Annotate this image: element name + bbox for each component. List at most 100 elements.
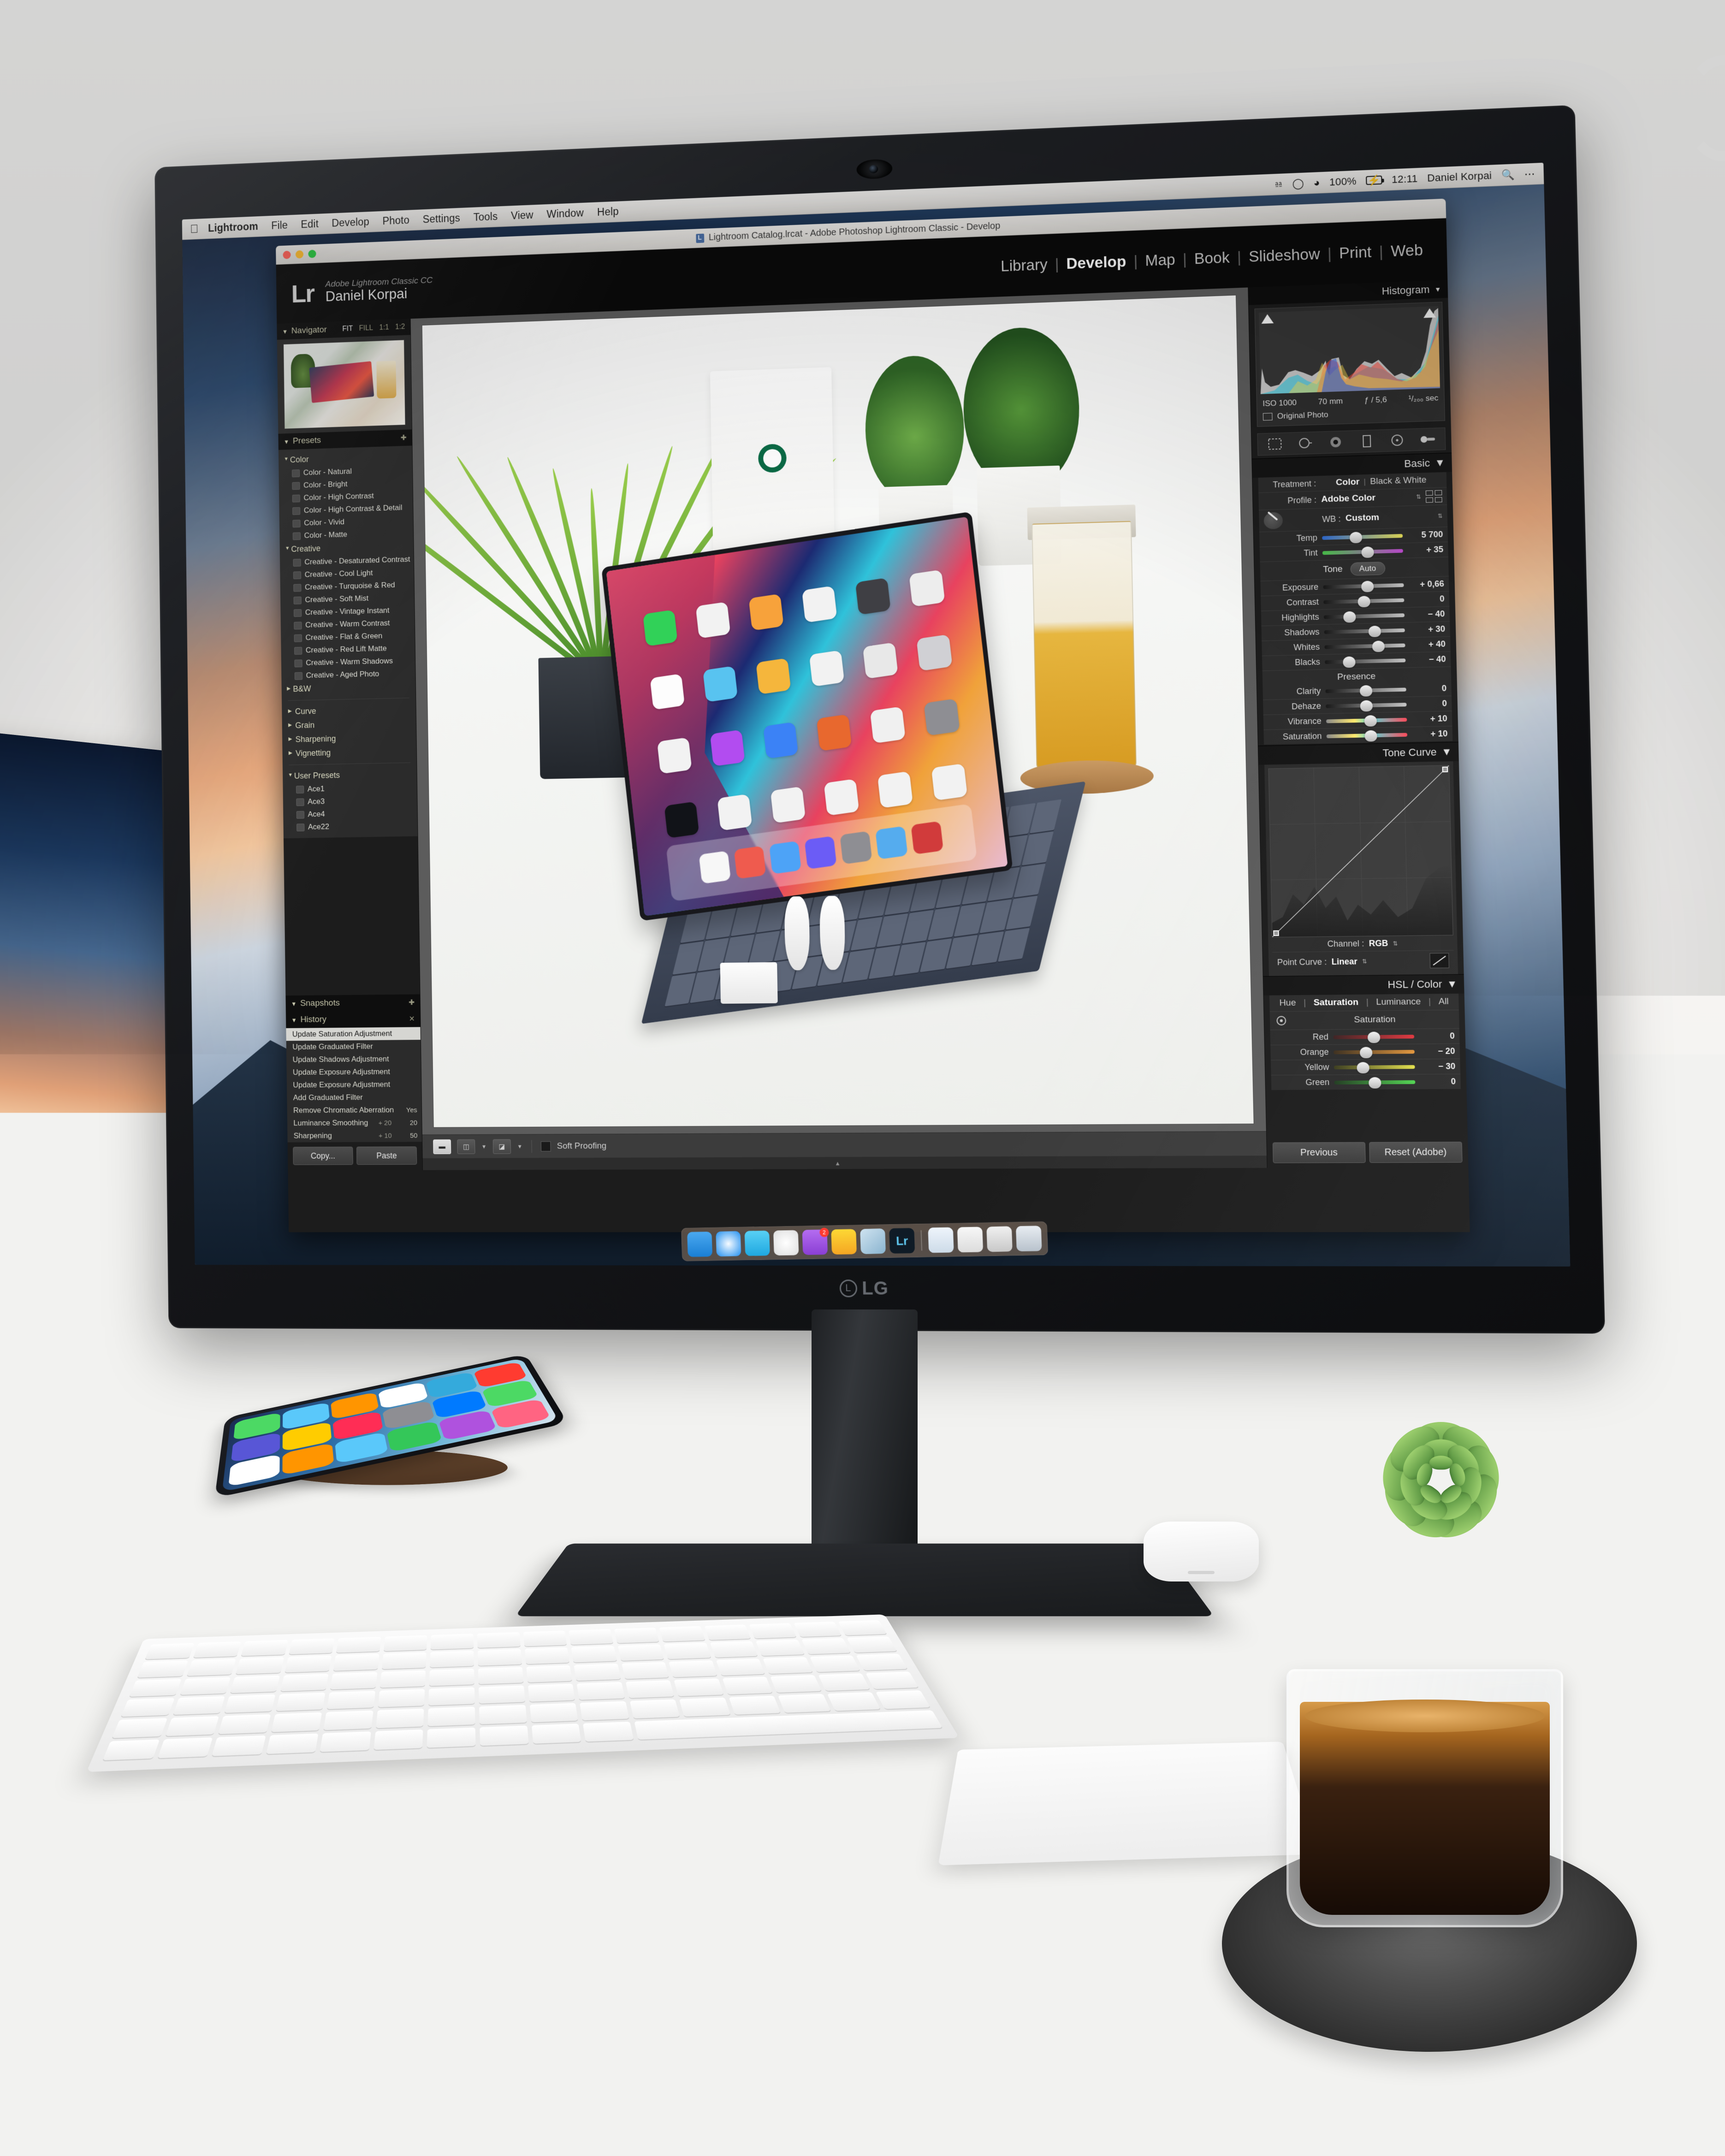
zoom-button[interactable] (308, 250, 316, 258)
saturation-track[interactable] (1327, 733, 1407, 738)
dock-item-clock[interactable] (773, 1230, 799, 1256)
profile-browser-icon[interactable] (1426, 490, 1442, 503)
dock-item-photos[interactable] (860, 1228, 886, 1254)
reset-button[interactable]: Reset (Adobe) (1369, 1142, 1463, 1163)
apple-logo-icon[interactable]:  (190, 222, 199, 236)
curve-point-black[interactable] (1273, 930, 1279, 936)
radial-filter-icon[interactable] (1389, 433, 1405, 448)
slider-hsl-orange[interactable]: Orange − 20 (1270, 1044, 1460, 1060)
menu-help[interactable]: Help (597, 205, 619, 218)
keyboard-key[interactable] (629, 1700, 680, 1718)
dehaze-track[interactable] (1326, 703, 1406, 708)
navigator-preview[interactable] (277, 335, 412, 433)
close-button[interactable] (283, 251, 290, 259)
history-item[interactable]: Luminance Smoothing + 20 20 (287, 1116, 422, 1130)
curve-point-white[interactable] (1442, 767, 1448, 773)
hsl-red-track[interactable] (1333, 1035, 1414, 1039)
module-map[interactable]: Map (1138, 250, 1183, 270)
battery-icon[interactable]: ⚡ (1366, 176, 1382, 185)
crop-overlay-icon[interactable] (1267, 437, 1283, 451)
chevron-down-icon[interactable]: ▼ (282, 328, 288, 335)
temp-track[interactable] (1322, 534, 1403, 540)
red-eye-icon[interactable] (1328, 435, 1344, 450)
blacks-track[interactable] (1325, 658, 1405, 664)
copy-button[interactable]: Copy... (293, 1147, 353, 1165)
chevron-updown-icon[interactable]: ⇅ (1438, 513, 1443, 520)
hsl-tab-all[interactable]: All (1439, 996, 1449, 1007)
menu-develop[interactable]: Develop (332, 216, 369, 230)
history-item[interactable]: Update Graduated Filter (286, 1040, 421, 1054)
treatment-color-option[interactable]: Color (1336, 477, 1360, 488)
center-toolbar[interactable]: ▬ ◫ ▼ ◪ ▼ Soft Proofing (422, 1131, 1267, 1158)
chevron-down-icon[interactable]: ▼ (1435, 285, 1441, 293)
wb-value[interactable]: Custom (1346, 511, 1433, 524)
adjustment-brush-icon[interactable] (1419, 432, 1436, 447)
graduated-filter-icon[interactable] (1358, 434, 1375, 449)
chevron-updown-icon[interactable]: ⇅ (1393, 940, 1398, 947)
histogram-panel[interactable]: ISO 1000 70 mm ƒ / 5,6 ¹/₂₀₀ sec Origina… (1255, 302, 1445, 427)
keyboard-key[interactable] (622, 1662, 669, 1679)
whites-track[interactable] (1324, 643, 1405, 649)
module-develop[interactable]: Develop (1059, 252, 1134, 272)
channel-row[interactable]: Channel : RGB ⇅ (1272, 936, 1453, 953)
chevron-updown-icon[interactable]: ⇅ (1416, 493, 1421, 500)
history-item[interactable]: Sharpening + 10 50 (287, 1129, 422, 1143)
menu-window[interactable]: Window (546, 207, 584, 221)
menu-view[interactable]: View (511, 209, 534, 222)
preset-group-vignetting[interactable]: Vignetting (282, 744, 416, 761)
chevron-down-icon[interactable]: ▼ (1435, 456, 1445, 469)
history-item[interactable]: Update Exposure Adjustment (286, 1065, 421, 1079)
chevron-down-icon[interactable]: ▼ (1441, 746, 1452, 758)
keyboard-key[interactable] (659, 1626, 705, 1642)
chevron-down-icon[interactable]: ▼ (291, 1000, 296, 1007)
histogram-plot[interactable] (1259, 306, 1440, 394)
tint-track[interactable] (1322, 549, 1403, 555)
keyboard-key[interactable] (617, 1644, 664, 1661)
hsl-tab-saturation[interactable]: Saturation (1313, 997, 1358, 1008)
profile-value[interactable]: Adobe Color (1321, 492, 1411, 505)
chevron-down-icon[interactable]: ▼ (517, 1143, 522, 1149)
navigator-zoom-levels[interactable]: FIT FILL 1:1 1:2 (342, 323, 405, 333)
identity-plate[interactable]: Adobe Lightroom Classic CC Daniel Korpai (325, 276, 433, 305)
history-item[interactable]: Update Saturation Adjustment (286, 1027, 421, 1041)
preset-group-bw[interactable]: B&W (282, 680, 416, 697)
module-web[interactable]: Web (1383, 241, 1431, 260)
original-photo-checkbox[interactable] (1263, 413, 1273, 421)
shadows-track[interactable] (1324, 628, 1405, 634)
filmstrip-toggle[interactable]: ▲ (423, 1155, 1267, 1170)
highlight-clipping-indicator[interactable] (1423, 308, 1436, 318)
search-icon[interactable]: 🔍 (1501, 168, 1515, 181)
minimize-button[interactable] (296, 250, 303, 259)
slider-saturation[interactable]: Saturation + 10 (1263, 726, 1452, 745)
keyboard-key[interactable] (571, 1646, 617, 1663)
keyboard-key[interactable] (569, 1629, 613, 1645)
module-library[interactable]: Library (993, 255, 1055, 275)
hsl-tabs[interactable]: Hue | Saturation | Luminance | All (1269, 994, 1459, 1012)
keyboard-key[interactable] (614, 1628, 659, 1643)
dock-item-document-2[interactable] (957, 1227, 983, 1253)
siri-icon[interactable]: ◯ (1292, 177, 1304, 190)
window-controls[interactable] (283, 250, 316, 259)
snapshots-header[interactable]: ▼ Snapshots ✚ (285, 994, 420, 1012)
slider-hsl-yellow[interactable]: Yellow − 30 (1271, 1059, 1460, 1076)
snapshots-add-icon[interactable]: ✚ (409, 998, 415, 1007)
preset-ace22[interactable]: Ace22 (283, 819, 417, 834)
hsl-green-track[interactable] (1334, 1080, 1415, 1084)
menu-edit[interactable]: Edit (301, 218, 319, 231)
history-list[interactable]: Update Saturation Adjustment Update Grad… (286, 1027, 422, 1142)
edited-photo[interactable] (422, 296, 1254, 1127)
history-clear-icon[interactable]: ✕ (409, 1014, 415, 1024)
history-item[interactable]: Update Shadows Adjustment (286, 1053, 421, 1066)
auto-tone-button[interactable]: Auto (1350, 562, 1385, 575)
presets-add-icon[interactable]: ✚ (401, 433, 407, 443)
clock-label[interactable]: 12:11 (1392, 172, 1418, 186)
module-print[interactable]: Print (1331, 243, 1379, 262)
module-book[interactable]: Book (1186, 249, 1237, 268)
history-header[interactable]: ▼ History ✕ (286, 1011, 421, 1028)
spot-removal-icon[interactable] (1297, 436, 1314, 450)
keyboard-key[interactable] (523, 1630, 567, 1646)
exposure-track[interactable] (1323, 583, 1404, 589)
dock-item-document-3[interactable] (986, 1226, 1013, 1252)
point-curve-value[interactable]: Linear (1331, 957, 1357, 967)
control-center-icon[interactable]: ⋯ (1524, 167, 1535, 180)
